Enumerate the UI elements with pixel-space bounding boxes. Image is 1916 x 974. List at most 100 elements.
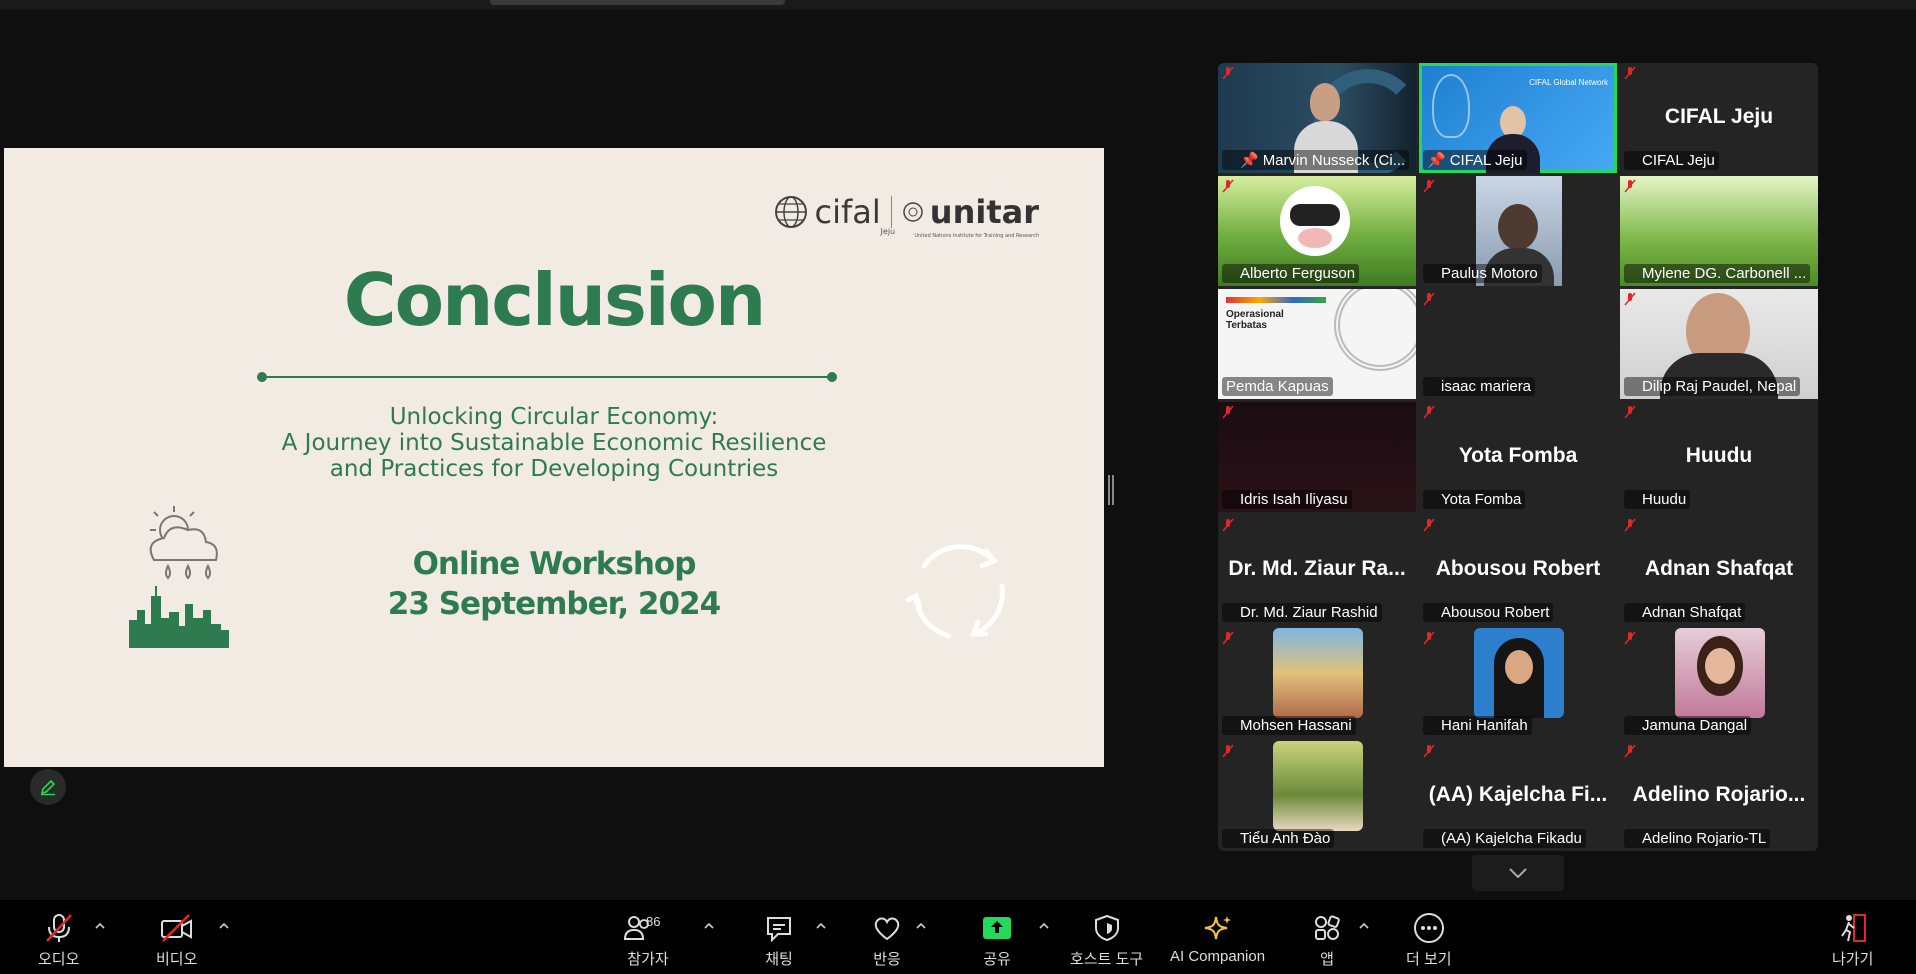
participant-tile[interactable]: Adelino Rojario... Adelino Rojario-TL bbox=[1620, 741, 1818, 851]
muted-mic-icon bbox=[1624, 744, 1636, 758]
slide-divider bbox=[257, 372, 837, 382]
logo-unitar-subtitle: United Nations Institute for Training an… bbox=[914, 233, 1039, 239]
muted-mic-icon bbox=[1423, 518, 1435, 532]
participant-tile[interactable]: 📌 Marvin Nusseck (Ci... bbox=[1218, 63, 1416, 173]
participant-display-name: Dr. Md. Ziaur Ra... bbox=[1228, 557, 1406, 580]
video-options-caret-icon[interactable] bbox=[218, 920, 230, 932]
participant-name: Huudu bbox=[1624, 490, 1691, 509]
participants-button[interactable]: 86 참가자 bbox=[620, 910, 676, 969]
cifal-unitar-logo: cifal Jeju unitar United Nations Institu… bbox=[773, 193, 1039, 239]
participant-name: (AA) Kajelcha Fikadu bbox=[1423, 829, 1586, 848]
ai-companion-label: AI Companion bbox=[1170, 948, 1266, 965]
participant-tile[interactable]: Yota Fomba Yota Fomba bbox=[1419, 402, 1617, 512]
participant-tile[interactable]: Abousou Robert Abousou Robert bbox=[1419, 515, 1617, 625]
participant-name: Idris Isah Iliyasu bbox=[1222, 490, 1352, 509]
participants-options-caret-icon[interactable] bbox=[703, 920, 715, 932]
shared-screen-slide: cifal Jeju unitar United Nations Institu… bbox=[4, 148, 1104, 767]
pin-icon: 📌 bbox=[1240, 152, 1259, 169]
host-tools-button[interactable]: 호스트 도구 bbox=[1070, 910, 1143, 969]
participant-display-name: CIFAL Jeju bbox=[1664, 105, 1774, 128]
muted-mic-icon bbox=[1624, 631, 1636, 645]
participant-name: CIFAL Jeju bbox=[1624, 151, 1719, 170]
slide-subtitle-line-3: and Practices for Developing Countries bbox=[329, 456, 779, 482]
muted-mic-icon bbox=[1624, 518, 1636, 532]
participant-tile[interactable]: Huudu Huudu bbox=[1620, 402, 1818, 512]
audio-button[interactable]: 오디오 bbox=[38, 910, 79, 969]
participant-display-name: (AA) Kajelcha Fi... bbox=[1428, 783, 1608, 806]
participant-tile[interactable]: Adnan Shafqat Adnan Shafqat bbox=[1620, 515, 1818, 625]
slide-title: Conclusion bbox=[343, 258, 766, 342]
pin-icon: 📌 bbox=[1427, 152, 1446, 169]
annotate-button[interactable] bbox=[30, 769, 66, 805]
ai-companion-button[interactable]: AI Companion bbox=[1170, 910, 1265, 965]
participant-tile[interactable]: Alberto Ferguson bbox=[1218, 176, 1416, 286]
participant-tile[interactable]: Paulus Motoro bbox=[1419, 176, 1617, 286]
participant-tile[interactable]: Tiểu Anh Đào bbox=[1218, 741, 1416, 851]
participant-display-name: Abousou Robert bbox=[1435, 557, 1601, 580]
participant-tile[interactable]: Operasional Terbatas Pemda Kapuas bbox=[1218, 289, 1416, 399]
host-tools-label: 호스트 도구 bbox=[1070, 951, 1144, 968]
participant-name: Paulus Motoro bbox=[1423, 264, 1542, 283]
participant-tile[interactable]: Idris Isah Iliyasu bbox=[1218, 402, 1416, 512]
muted-mic-icon bbox=[1222, 66, 1234, 80]
muted-mic-icon bbox=[1624, 179, 1636, 193]
apps-button[interactable]: 앱 bbox=[1313, 910, 1341, 969]
share-label: 공유 bbox=[983, 951, 1011, 968]
participant-name: isaac mariera bbox=[1423, 377, 1536, 396]
audio-label: 오디오 bbox=[38, 951, 80, 968]
apps-options-caret-icon[interactable] bbox=[1358, 920, 1370, 932]
video-off-icon bbox=[160, 914, 192, 942]
participant-tile[interactable]: Dr. Md. Ziaur Ra... Dr. Md. Ziaur Rashid bbox=[1218, 515, 1416, 625]
muted-mic-icon bbox=[1222, 744, 1234, 758]
more-label: 더 보기 bbox=[1406, 951, 1452, 968]
chat-options-caret-icon[interactable] bbox=[815, 920, 827, 932]
participant-tile[interactable]: (AA) Kajelcha Fi... (AA) Kajelcha Fikadu bbox=[1419, 741, 1617, 851]
muted-mic-icon bbox=[1423, 744, 1435, 758]
share-options-caret-icon[interactable] bbox=[1038, 920, 1050, 932]
participant-tile-active-speaker[interactable]: CIFAL Global Network 📌 CIFAL Jeju bbox=[1419, 63, 1617, 173]
participant-tile[interactable]: Mohsen Hassani bbox=[1218, 628, 1416, 738]
participant-name: Dr. Md. Ziaur Rashid bbox=[1222, 603, 1382, 622]
participant-name: 📌 Marvin Nusseck (Ci... bbox=[1222, 150, 1410, 170]
logo-separator bbox=[890, 196, 892, 228]
muted-mic-icon bbox=[1423, 631, 1435, 645]
chat-button[interactable]: 채팅 bbox=[764, 910, 794, 969]
video-button[interactable]: 비디오 bbox=[156, 910, 197, 969]
split-view-resize-handle[interactable] bbox=[1108, 475, 1114, 505]
participants-label: 참가자 bbox=[627, 951, 669, 968]
react-label: 반응 bbox=[873, 951, 901, 968]
participant-avatar bbox=[1273, 628, 1363, 718]
shield-icon bbox=[1094, 914, 1119, 942]
more-button[interactable]: 더 보기 bbox=[1406, 910, 1452, 969]
muted-mic-icon bbox=[45, 914, 72, 942]
chat-icon bbox=[767, 917, 791, 942]
participant-tile[interactable]: Dilip Raj Paudel, Nepal bbox=[1620, 289, 1818, 399]
globe-icon bbox=[774, 196, 807, 228]
participant-tile[interactable]: Jamuna Dangal bbox=[1620, 628, 1818, 738]
muted-mic-icon bbox=[1222, 518, 1234, 532]
recycle-arrows-icon bbox=[905, 544, 1005, 639]
participant-tile[interactable]: isaac mariera bbox=[1419, 289, 1617, 399]
heart-icon bbox=[874, 917, 900, 941]
participant-tile[interactable]: CIFAL Jeju CIFAL Jeju bbox=[1620, 63, 1818, 173]
city-weather-illustration bbox=[129, 506, 229, 648]
video-label: 비디오 bbox=[156, 951, 198, 968]
sparkle-icon bbox=[1204, 916, 1231, 940]
gallery-next-page-button[interactable] bbox=[1472, 855, 1564, 891]
participant-name: Jamuna Dangal bbox=[1624, 716, 1752, 735]
apps-label: 앱 bbox=[1320, 951, 1334, 968]
top-drag-handle[interactable] bbox=[490, 0, 785, 5]
participant-tile[interactable]: Mylene DG. Carbonell ... bbox=[1620, 176, 1818, 286]
audio-options-caret-icon[interactable] bbox=[94, 920, 106, 932]
share-screen-button[interactable]: 공유 bbox=[982, 910, 1012, 969]
muted-mic-icon bbox=[1222, 631, 1234, 645]
react-options-caret-icon[interactable] bbox=[915, 920, 927, 932]
participant-tile[interactable]: Hani Hanifah bbox=[1419, 628, 1617, 738]
participant-avatar bbox=[1474, 628, 1564, 718]
participant-avatar bbox=[1675, 628, 1765, 718]
participant-name: Hani Hanifah bbox=[1423, 716, 1532, 735]
slide-subtitle-line-1: Unlocking Circular Economy: bbox=[389, 404, 719, 430]
react-button[interactable]: 반응 bbox=[872, 910, 902, 969]
leave-button[interactable]: 나가기 bbox=[1832, 910, 1873, 969]
logo-jeju-text: Jeju bbox=[880, 227, 896, 236]
